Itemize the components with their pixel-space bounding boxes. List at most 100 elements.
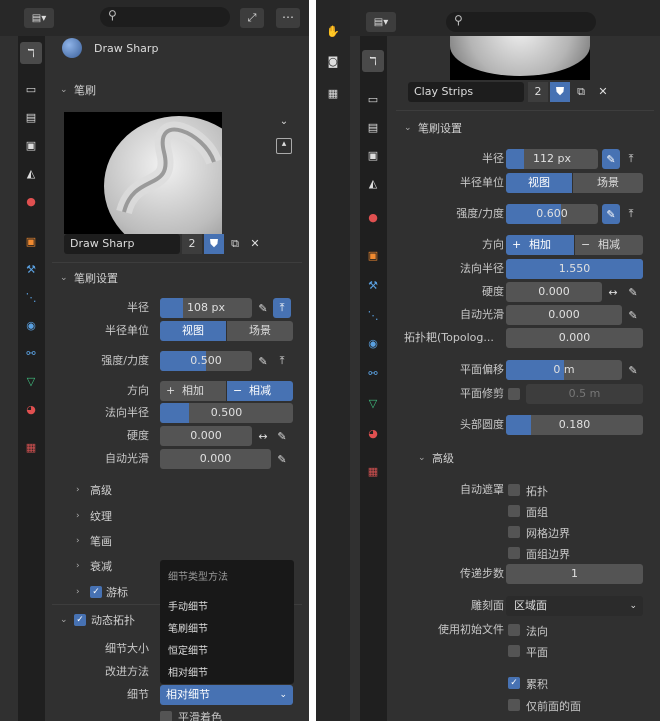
editor-type-button[interactable]: ▤▾ <box>366 12 396 32</box>
pressure-pen-icon[interactable]: ✎ <box>273 426 291 446</box>
subpanel-falloff[interactable]: › 衰减 <box>76 556 112 576</box>
direction-subtract-button[interactable]: − 相减 <box>227 381 293 401</box>
sculpt-plane-dropdown[interactable]: 区域面 ⌄ <box>506 596 643 616</box>
material-tab-icon[interactable]: ◕ <box>20 398 42 420</box>
physics-tab-icon[interactable]: ◉ <box>362 332 384 354</box>
view-layer-tab-icon[interactable]: ▣ <box>362 144 384 166</box>
cursor-checkbox[interactable]: ✓ <box>90 586 102 598</box>
output-tab-icon[interactable]: ▤ <box>20 106 42 128</box>
pressure-pen-icon[interactable]: ✎ <box>254 351 272 371</box>
direction-add-button[interactable]: + 相加 <box>506 235 574 255</box>
auto-mask-topology-checkbox[interactable] <box>508 484 520 496</box>
grid-view-icon[interactable]: ▦ <box>322 82 344 104</box>
maximize-icon[interactable]: ⤢ <box>240 8 264 28</box>
pressure-pen-icon[interactable]: ✎ <box>273 449 291 469</box>
camera-icon[interactable]: ◙ <box>322 50 344 72</box>
front-faces-only-checkbox[interactable] <box>508 699 520 711</box>
modifier-tab-icon[interactable]: ⚒ <box>362 274 384 296</box>
brush-preview[interactable] <box>450 36 590 80</box>
plane-trim-checkbox[interactable] <box>508 388 520 400</box>
render-tab-icon[interactable]: ▭ <box>20 78 42 100</box>
radius-unit-scene-button[interactable]: 场景 <box>573 173 643 193</box>
normal-radius-field[interactable]: 1.550 <box>506 259 643 279</box>
pressure-pen-icon[interactable]: ✎ <box>254 298 272 318</box>
radius-unit-view-button[interactable]: 视图 <box>160 321 226 341</box>
subpanel-stroke[interactable]: › 笔画 <box>76 531 112 551</box>
tool-tab-icon[interactable]: ℸ <box>20 42 42 64</box>
brush-settings-section-header[interactable]: ⌄ 笔刷设置 <box>404 118 462 138</box>
data-tab-icon[interactable]: ▽ <box>20 370 42 392</box>
constraints-tab-icon[interactable]: ⚯ <box>20 342 42 364</box>
radius-field[interactable]: 112 px <box>506 149 598 169</box>
subpanel-cursor[interactable]: › ✓ 游标 <box>76 582 128 602</box>
invert-arrows-icon[interactable]: ↔ <box>254 426 272 446</box>
data-tab-icon[interactable]: ▽ <box>362 392 384 414</box>
strength-unit-icon[interactable]: ⤒ <box>273 351 291 371</box>
scene-tab-icon[interactable]: ◭ <box>20 162 42 184</box>
texture-tab-icon[interactable]: ▦ <box>362 460 384 482</box>
plane-offset-field[interactable]: 0 m <box>506 360 622 380</box>
auto-mask-face-sets-checkbox[interactable] <box>508 505 520 517</box>
accumulate-checkbox[interactable]: ✓ <box>508 677 520 689</box>
auto-mask-face-set-boundary-checkbox[interactable] <box>508 547 520 559</box>
pressure-pen-icon[interactable]: ✎ <box>602 149 620 169</box>
strength-field[interactable]: 0.500 <box>160 351 252 371</box>
menu-item-brush[interactable]: 笔刷细节 <box>168 620 208 635</box>
world-tab-icon[interactable]: ● <box>362 206 384 228</box>
editor-type-button[interactable]: ▤▾ <box>24 8 54 28</box>
brush-menu-button[interactable]: ⌄ <box>276 116 292 130</box>
subpanel-texture[interactable]: › 纹理 <box>76 506 112 526</box>
modifier-tab-icon[interactable]: ⚒ <box>20 258 42 280</box>
fake-user-shield-icon[interactable]: ⛊ <box>204 234 224 254</box>
use-original-normal-checkbox[interactable] <box>508 624 520 636</box>
hardness-field[interactable]: 0.000 <box>160 426 252 446</box>
brush-section-header[interactable]: ⌄ 笔刷 <box>60 80 96 100</box>
physics-tab-icon[interactable]: ◉ <box>20 314 42 336</box>
scene-tab-icon[interactable]: ◭ <box>362 172 384 194</box>
view-layer-tab-icon[interactable]: ▣ <box>20 134 42 156</box>
particles-tab-icon[interactable]: ⋱ <box>20 286 42 308</box>
dyntopo-section-header[interactable]: ⌄ ✓ 动态拓扑 <box>60 610 135 630</box>
brush-settings-section-header[interactable]: ⌄ 笔刷设置 <box>60 268 118 288</box>
dyntopo-checkbox[interactable]: ✓ <box>74 614 86 626</box>
constraints-tab-icon[interactable]: ⚯ <box>362 362 384 384</box>
pressure-pen-icon[interactable]: ✎ <box>624 360 642 380</box>
brush-name-field[interactable]: Draw Sharp <box>64 234 180 254</box>
unlink-brush-icon[interactable]: ✕ <box>246 234 264 254</box>
duplicate-brush-icon[interactable]: ⧉ <box>572 82 590 102</box>
radius-unit-view-button[interactable]: 视图 <box>506 173 572 193</box>
render-tab-icon[interactable]: ▭ <box>362 88 384 110</box>
hardness-field[interactable]: 0.000 <box>506 282 602 302</box>
invert-arrows-icon[interactable]: ↔ <box>604 282 622 302</box>
normal-radius-field[interactable]: 0.500 <box>160 403 293 423</box>
pressure-pen-icon[interactable]: ✎ <box>624 305 642 325</box>
radius-field[interactable]: 108 px <box>160 298 252 318</box>
direction-add-button[interactable]: + 相加 <box>160 381 226 401</box>
pressure-pen-icon[interactable]: ✎ <box>602 204 620 224</box>
menu-item-manual[interactable]: 手动细节 <box>168 598 208 613</box>
auto-smooth-field[interactable]: 0.000 <box>506 305 622 325</box>
brush-name-field[interactable]: Clay Strips <box>408 82 524 102</box>
unlink-brush-icon[interactable]: ✕ <box>594 82 612 102</box>
particles-tab-icon[interactable]: ⋱ <box>362 304 384 326</box>
texture-tab-icon[interactable]: ▦ <box>20 436 42 458</box>
radius-unit-scene-button[interactable]: 场景 <box>227 321 293 341</box>
direction-subtract-button[interactable]: − 相减 <box>575 235 643 255</box>
brush-preview[interactable] <box>64 112 222 234</box>
output-tab-icon[interactable]: ▤ <box>362 116 384 138</box>
brush-users-count[interactable]: 2 <box>528 82 548 102</box>
auto-mask-mesh-boundary-checkbox[interactable] <box>508 526 520 538</box>
propagation-steps-field[interactable]: 1 <box>506 564 643 584</box>
duplicate-brush-icon[interactable]: ⧉ <box>226 234 244 254</box>
use-original-plane-checkbox[interactable] <box>508 645 520 657</box>
plane-trim-field[interactable]: 0.5 m <box>526 384 643 404</box>
strength-unit-icon[interactable]: ⤒ <box>622 204 640 224</box>
smooth-shading-checkbox[interactable] <box>160 711 172 721</box>
search-field[interactable]: ⚲ <box>100 7 230 27</box>
object-tab-icon[interactable]: ▣ <box>362 244 384 266</box>
strength-field[interactable]: 0.600 <box>506 204 598 224</box>
fake-user-shield-icon[interactable]: ⛊ <box>550 82 570 102</box>
tip-roundness-field[interactable]: 0.180 <box>506 415 643 435</box>
advanced-section-header[interactable]: ⌄ 高级 <box>418 448 454 468</box>
topology-rake-field[interactable]: 0.000 <box>506 328 643 348</box>
